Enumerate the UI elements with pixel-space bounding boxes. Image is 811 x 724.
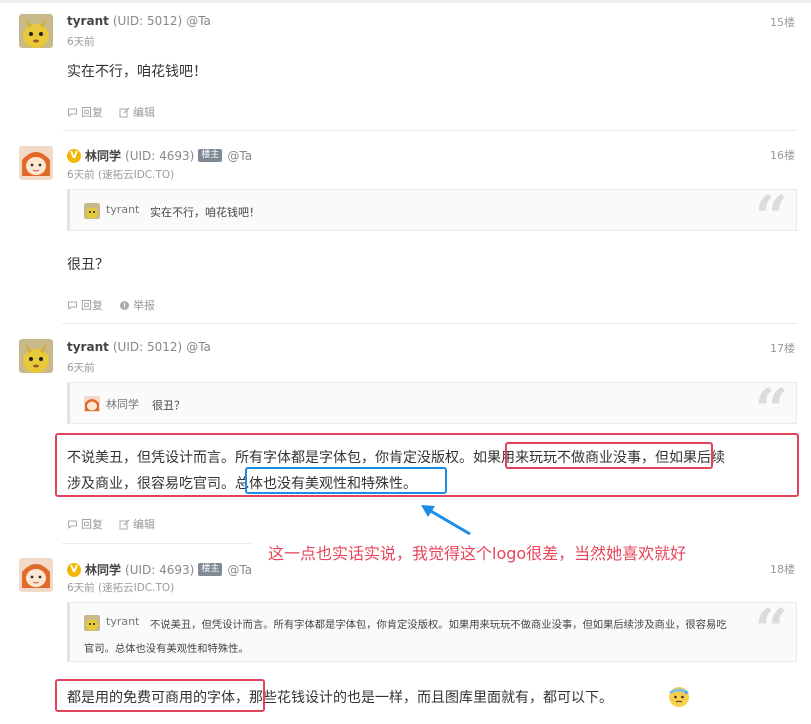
comment-icon xyxy=(68,520,77,529)
edit-button[interactable]: 编辑 xyxy=(119,516,155,532)
report-label: 举报 xyxy=(133,299,155,312)
reply-label: 回复 xyxy=(81,518,103,531)
user-uid: (UID: 5012) xyxy=(112,14,183,28)
quote-mark-icon: “ xyxy=(754,183,788,251)
reply-button[interactable]: 回复 xyxy=(67,516,103,532)
at-ta-link[interactable]: @Ta xyxy=(186,340,211,354)
divider xyxy=(62,130,797,131)
divider xyxy=(62,543,251,544)
post-18-author: V 林同学 (UID: 4693) 楼主 @Ta xyxy=(67,561,252,578)
sweat-emoji-icon xyxy=(669,687,689,707)
username[interactable]: tyrant xyxy=(67,340,109,354)
owner-badge: 楼主 xyxy=(198,149,223,162)
reply-label: 回复 xyxy=(81,299,103,312)
at-ta-link[interactable]: @Ta xyxy=(227,149,252,163)
comment-icon xyxy=(68,108,77,117)
quote-username: tyrant xyxy=(106,203,140,216)
user-uid: (UID: 4693) xyxy=(125,562,195,577)
post-content: 实在不行，咱花钱吧！ xyxy=(67,64,207,80)
quote-mark-icon: “ xyxy=(754,376,788,444)
post-actions: 回复 编辑 xyxy=(67,516,171,532)
quote-text-line-2: 官司。总体也没有美观性和特殊性。 xyxy=(84,643,249,655)
quote-username: tyrant xyxy=(106,615,140,628)
edit-button[interactable]: 编辑 xyxy=(119,104,155,120)
reply-button[interactable]: 回复 xyxy=(67,297,103,313)
owner-badge: 楼主 xyxy=(198,563,223,576)
post-15-author: tyrant (UID: 5012) @Ta xyxy=(67,14,211,28)
quote-text: 很丑？ xyxy=(152,399,185,412)
post-time: 6天前 (速拓云IDC.TO) xyxy=(67,169,175,181)
edit-icon xyxy=(119,519,130,529)
post-time: 6天前 xyxy=(67,362,95,374)
post-actions: 回复 编辑 xyxy=(67,104,171,120)
post-16-author: V 林同学 (UID: 4693) 楼主 @Ta xyxy=(67,147,252,164)
quote-avatar xyxy=(84,396,100,412)
username[interactable]: tyrant xyxy=(67,14,109,28)
alert-icon xyxy=(120,300,129,310)
username[interactable]: 林同学 xyxy=(85,561,121,578)
user-uid: (UID: 4693) xyxy=(125,148,195,163)
post-content: 很丑？ xyxy=(67,257,109,273)
post-actions: 回复 举报 xyxy=(67,297,171,313)
quote-mark-icon: “ xyxy=(754,596,788,664)
annotation-arrow-icon xyxy=(421,505,471,536)
verified-icon: V xyxy=(67,148,81,163)
top-border xyxy=(0,0,811,3)
username[interactable]: 林同学 xyxy=(85,147,121,164)
quote-username: 林同学 xyxy=(106,398,139,411)
highlight-red-box xyxy=(505,442,713,469)
post-time: 6天前 xyxy=(67,36,95,48)
quote-block: “ tyrant 不说美丑，但凭设计而言。所有字体都是字体包，你肯定没版权。如果… xyxy=(67,596,797,664)
report-button[interactable]: 举报 xyxy=(119,297,155,313)
comment-icon xyxy=(68,301,77,310)
user-uid: (UID: 5012) xyxy=(112,340,183,354)
highlight-red-box xyxy=(55,679,265,712)
quote-text: 实在不行，咱花钱吧！ xyxy=(150,206,260,219)
highlight-blue-box xyxy=(245,467,447,494)
reply-button[interactable]: 回复 xyxy=(67,104,103,120)
edit-label: 编辑 xyxy=(133,518,155,531)
avatar-lin[interactable] xyxy=(19,146,53,180)
at-ta-link[interactable]: @Ta xyxy=(227,563,252,577)
post-17-author: tyrant (UID: 5012) @Ta xyxy=(67,340,211,354)
quote-block: “ 林同学 很丑？ xyxy=(67,381,797,439)
floor-number: 15楼 xyxy=(770,16,795,29)
quote-avatar xyxy=(84,203,100,219)
reply-label: 回复 xyxy=(81,106,103,119)
verified-icon: V xyxy=(67,562,81,577)
edit-label: 编辑 xyxy=(133,106,155,119)
at-ta-link[interactable]: @Ta xyxy=(186,14,211,28)
floor-number: 17楼 xyxy=(770,342,795,355)
avatar-lin[interactable] xyxy=(19,558,53,592)
quote-text-line-1: 不说美丑，但凭设计而言。所有字体都是字体包，你肯定没版权。如果用来玩玩不做商业没… xyxy=(150,619,727,631)
avatar-tyrant[interactable] xyxy=(19,339,53,373)
avatar-tyrant[interactable] xyxy=(19,14,53,48)
post-time: 6天前 (速拓云IDC.TO) xyxy=(67,582,175,594)
quote-avatar xyxy=(84,615,100,631)
edit-icon xyxy=(119,107,130,117)
quote-block: “ tyrant 实在不行，咱花钱吧！ xyxy=(67,188,797,246)
floor-number: 16楼 xyxy=(770,149,795,162)
divider xyxy=(62,323,797,324)
annotation-text: 这一点也实话实说，我觉得这个logo很差，当然她喜欢就好 xyxy=(268,544,687,563)
floor-number: 18楼 xyxy=(770,563,795,576)
